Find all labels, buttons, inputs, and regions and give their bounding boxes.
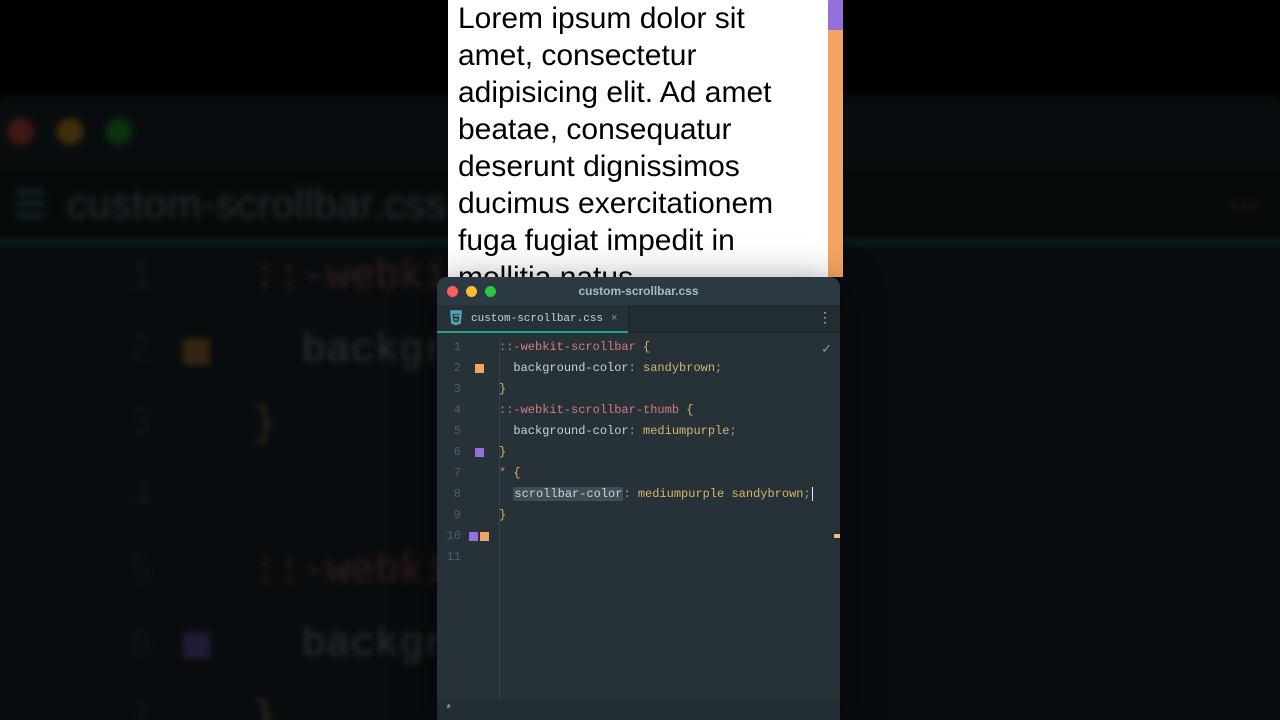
- code-line[interactable]: }: [499, 379, 840, 400]
- swatch-cell: [467, 337, 491, 358]
- color-swatch-gutter: [467, 333, 491, 700]
- swatch-cell: [467, 526, 491, 547]
- kebab-menu-icon[interactable]: ⋮: [818, 317, 832, 321]
- color-swatch-mediumpurple-icon: [469, 532, 478, 541]
- window-title: custom-scrollbar.css: [437, 284, 840, 298]
- swatch-cell: [467, 442, 491, 463]
- line-number: 5: [437, 421, 467, 442]
- line-number: 7: [437, 463, 467, 484]
- code-area[interactable]: ::-webkit-scrollbar { background-color: …: [491, 333, 840, 700]
- line-number: 2: [437, 358, 467, 379]
- custom-scrollbar-track[interactable]: [828, 0, 843, 277]
- line-number: 1: [437, 337, 467, 358]
- swatch-cell: [467, 358, 491, 379]
- code-line[interactable]: }: [499, 442, 840, 463]
- text-caret: [812, 487, 813, 501]
- line-number: 4: [437, 400, 467, 421]
- code-editor-window: custom-scrollbar.css custom-scrollbar.cs…: [437, 277, 840, 720]
- swatch-cell: [467, 421, 491, 442]
- swatch-cell: [467, 484, 491, 505]
- swatch-cell: [467, 463, 491, 484]
- code-line[interactable]: ::-webkit-scrollbar {: [499, 337, 840, 358]
- line-number: 6: [437, 442, 467, 463]
- indent-guide: [499, 337, 500, 700]
- tab-custom-scrollbar[interactable]: custom-scrollbar.css ×: [437, 305, 629, 332]
- editor-tabbar: custom-scrollbar.css × ⋮: [437, 305, 840, 333]
- line-number: 10: [437, 526, 467, 547]
- css3-icon: [447, 308, 465, 330]
- modified-indicator: *: [445, 703, 452, 717]
- line-number: 9: [437, 505, 467, 526]
- browser-preview-panel: Lorem ipsum dolor sit amet, consectetur …: [448, 0, 843, 277]
- line-number-gutter: 1234567891011: [437, 333, 467, 700]
- line-number: 3: [437, 379, 467, 400]
- code-line[interactable]: ::-webkit-scrollbar-thumb {: [499, 400, 840, 421]
- editor-body[interactable]: ✓ 1234567891011 ::-webkit-scrollbar { ba…: [437, 333, 840, 700]
- tab-close-icon[interactable]: ×: [611, 313, 618, 325]
- color-swatch-sandybrown-icon: [475, 364, 484, 373]
- line-number: 8: [437, 484, 467, 505]
- preview-text: Lorem ipsum dolor sit amet, consectetur …: [448, 0, 828, 277]
- editor-statusbar: *: [437, 700, 840, 720]
- code-line[interactable]: }: [499, 505, 840, 526]
- color-swatch-sandybrown-icon: [480, 532, 489, 541]
- change-marker-icon: [834, 534, 840, 538]
- editor-titlebar[interactable]: custom-scrollbar.css: [437, 277, 840, 305]
- swatch-cell: [467, 505, 491, 526]
- tab-filename: custom-scrollbar.css: [471, 313, 603, 325]
- code-line[interactable]: * {: [499, 463, 840, 484]
- custom-scrollbar-thumb[interactable]: [828, 0, 843, 30]
- code-line[interactable]: background-color: sandybrown;: [499, 358, 840, 379]
- swatch-cell: [467, 379, 491, 400]
- code-line[interactable]: background-color: mediumpurple;: [499, 421, 840, 442]
- swatch-cell: [467, 400, 491, 421]
- code-line[interactable]: scrollbar-color: mediumpurple sandybrown…: [499, 484, 840, 505]
- swatch-cell: [467, 547, 491, 568]
- line-number: 11: [437, 547, 467, 568]
- color-swatch-mediumpurple-icon: [475, 448, 484, 457]
